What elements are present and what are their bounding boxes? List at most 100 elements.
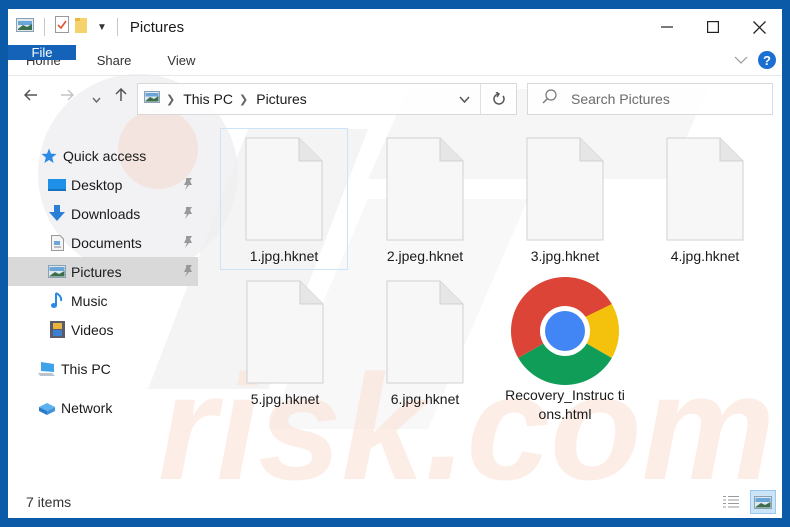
- sidebar-label: Documents: [71, 234, 142, 251]
- forward-button[interactable]: [60, 88, 75, 106]
- network-icon: [38, 399, 56, 417]
- large-icons-view-icon: [754, 495, 772, 509]
- forward-arrow-icon: [61, 89, 75, 101]
- minimize-icon: [661, 26, 673, 28]
- file-name: 2.jpeg.hknet: [386, 248, 464, 264]
- file-item[interactable]: 6.jpg.hknet: [361, 272, 489, 409]
- item-count: 7 items: [26, 494, 72, 510]
- pin-icon[interactable]: [182, 264, 194, 281]
- maximize-icon: [707, 21, 719, 33]
- pictures-app-icon: [16, 17, 34, 37]
- file-item[interactable]: Recovery_Instruc tions.html: [501, 272, 629, 424]
- window-title: Pictures: [129, 18, 185, 36]
- details-view-button[interactable]: [718, 490, 744, 514]
- blank-file-icon: [386, 137, 464, 241]
- tab-view[interactable]: View: [149, 45, 213, 75]
- music-icon: [48, 292, 66, 310]
- search-input[interactable]: Search Pictures: [571, 91, 670, 107]
- address-dropdown-button[interactable]: [459, 92, 470, 106]
- customize-qat-icon[interactable]: ▼: [97, 22, 107, 33]
- file-item[interactable]: 1.jpg.hknet: [220, 128, 348, 270]
- quick-access-toolbar: ▼ Pictures: [16, 9, 184, 45]
- separator: [44, 18, 45, 36]
- tab-file[interactable]: File: [8, 45, 76, 60]
- pin-icon[interactable]: [182, 206, 194, 223]
- sidebar-label: This PC: [61, 360, 111, 377]
- minimize-button[interactable]: [644, 9, 690, 45]
- recent-locations-button[interactable]: [92, 90, 101, 108]
- sidebar-label: Downloads: [71, 205, 141, 222]
- downloads-icon: [48, 205, 66, 223]
- breadcrumb-separator: ❯: [166, 93, 176, 106]
- sidebar-item-documents[interactable]: Documents: [8, 228, 198, 257]
- blank-file-icon: [526, 137, 604, 241]
- chevron-down-icon: [459, 96, 470, 104]
- sidebar-item-videos[interactable]: Videos: [8, 315, 198, 344]
- file-name: 3.jpg.hknet: [530, 248, 600, 264]
- sidebar-label: Quick access: [63, 147, 147, 164]
- file-name: 5.jpg.hknet: [250, 391, 320, 407]
- file-name: Recovery_Instruc tions.html: [505, 387, 625, 422]
- sidebar-item-downloads[interactable]: Downloads: [8, 199, 198, 228]
- sidebar-item-quick-access[interactable]: Quick access: [8, 141, 198, 170]
- documents-icon: [48, 234, 66, 252]
- pictures-location-icon: [144, 90, 160, 108]
- close-button[interactable]: [736, 9, 782, 45]
- blank-file-icon: [386, 280, 464, 384]
- refresh-button[interactable]: [480, 84, 516, 114]
- navigation-pane: Quick access Desktop Downloads Documents: [8, 121, 200, 481]
- file-name: 4.jpg.hknet: [670, 248, 740, 264]
- sidebar-label: Pictures: [71, 263, 122, 280]
- videos-icon: [48, 321, 66, 339]
- sidebar-label: Network: [61, 399, 113, 416]
- chevron-down-icon: [92, 97, 101, 104]
- ribbon-tabs: File Home Share View ?: [8, 45, 782, 75]
- chrome-icon: [510, 277, 620, 386]
- sidebar-item-desktop[interactable]: Desktop: [8, 170, 198, 199]
- pin-icon[interactable]: [182, 235, 194, 252]
- expand-ribbon-button[interactable]: [734, 51, 748, 69]
- sidebar-item-this-pc[interactable]: This PC: [8, 354, 198, 383]
- close-icon: [752, 20, 766, 34]
- sidebar-item-pictures[interactable]: Pictures: [8, 257, 198, 286]
- status-bar: 7 items: [8, 488, 782, 518]
- pin-icon[interactable]: [182, 177, 194, 194]
- sidebar-item-music[interactable]: Music: [8, 286, 198, 315]
- properties-icon[interactable]: [55, 16, 69, 38]
- help-button[interactable]: ?: [758, 51, 776, 69]
- blank-file-icon: [245, 137, 323, 241]
- title-bar: ▼ Pictures: [8, 9, 782, 45]
- chevron-down-icon: [734, 56, 748, 64]
- search-box[interactable]: Search Pictures: [527, 83, 773, 115]
- desktop-icon: [48, 176, 66, 194]
- breadcrumb-pictures[interactable]: Pictures: [256, 91, 307, 107]
- address-bar[interactable]: ❯ This PC ❯ Pictures: [137, 83, 517, 115]
- maximize-button[interactable]: [690, 9, 736, 45]
- blank-file-icon: [666, 137, 744, 241]
- this-pc-icon: [38, 360, 56, 378]
- new-folder-icon[interactable]: [75, 17, 87, 38]
- back-button[interactable]: [23, 88, 38, 106]
- search-icon: [542, 89, 557, 109]
- separator: [116, 18, 118, 36]
- sidebar-label: Music: [71, 292, 108, 309]
- large-icons-view-button[interactable]: [750, 490, 776, 514]
- file-list: 1.jpg.hknet 2.jpeg.hknet 3.jpg.hknet 4.j…: [200, 121, 782, 481]
- navigation-bar: ❯ This PC ❯ Pictures Search Pictures: [8, 75, 782, 121]
- sidebar-label: Desktop: [71, 176, 123, 193]
- up-arrow-icon: [115, 87, 127, 101]
- breadcrumb-separator: ❯: [239, 93, 249, 106]
- file-item[interactable]: 2.jpeg.hknet: [361, 129, 489, 266]
- breadcrumb-this-pc[interactable]: This PC: [183, 91, 233, 107]
- file-item[interactable]: 5.jpg.hknet: [221, 272, 349, 409]
- refresh-icon: [492, 92, 505, 105]
- file-name: 1.jpg.hknet: [249, 248, 319, 264]
- file-item[interactable]: 4.jpg.hknet: [641, 129, 769, 266]
- up-button[interactable]: [115, 87, 127, 107]
- tab-share[interactable]: Share: [79, 45, 150, 75]
- blank-file-icon: [246, 280, 324, 384]
- star-icon: [40, 147, 58, 165]
- sidebar-item-network[interactable]: Network: [8, 393, 198, 422]
- file-item[interactable]: 3.jpg.hknet: [501, 129, 629, 266]
- explorer-window: risk.com ▼ Pictures File Home Share View…: [8, 9, 782, 518]
